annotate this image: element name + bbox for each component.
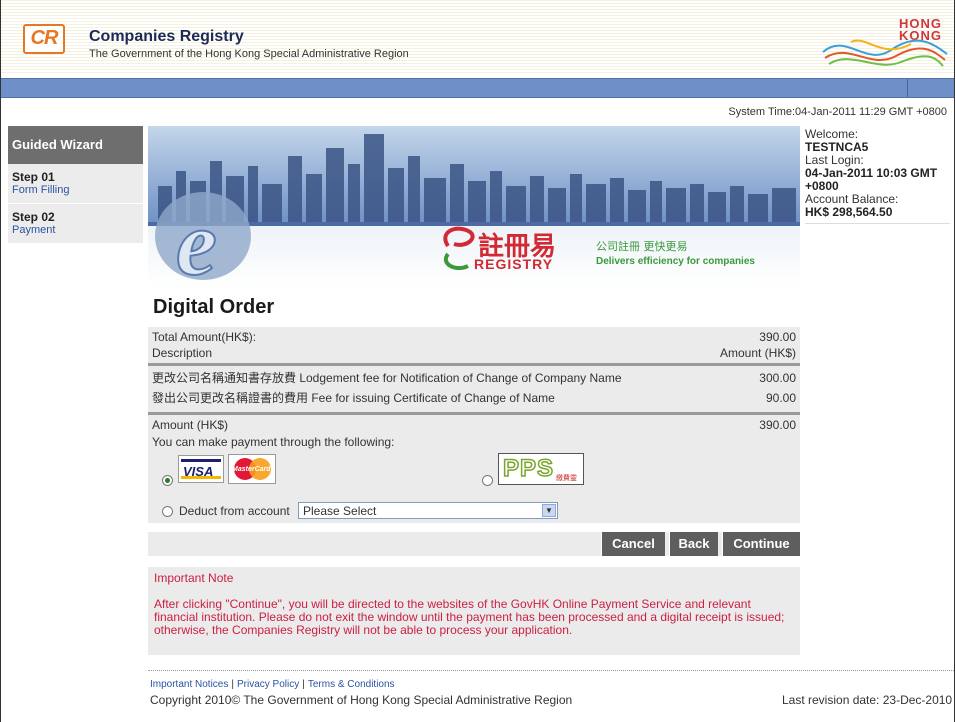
back-button[interactable]: Back: [669, 532, 718, 556]
total-amount-value: 390.00: [759, 330, 796, 344]
amount-header: Amount (HK$): [719, 346, 796, 360]
terms-conditions-link[interactable]: Terms & Conditions: [308, 679, 395, 690]
total-amount-label: Total Amount(HK$):: [152, 330, 257, 344]
continue-button[interactable]: Continue: [722, 532, 800, 556]
total-amount-row: Total Amount(HK$): 390.00: [148, 329, 800, 345]
important-note: Important Note After clicking "Continue"…: [148, 567, 800, 655]
step-label: Form Filling: [12, 184, 70, 196]
banner-tagline-cn: 公司註冊 更快更易: [596, 240, 688, 253]
last-login-value: 04-Jan-2011 10:03 GMT +0800: [805, 166, 938, 193]
banner-tagline-en: Delivers efficiency for companies: [596, 256, 755, 267]
nav-bar: [1, 78, 954, 98]
table-row: 更改公司名稱通知書存放費 Lodgement fee for Notificat…: [148, 368, 800, 388]
amount-value: 390.00: [759, 418, 796, 432]
deduct-account-radio[interactable]: [162, 506, 173, 517]
wizard-heading: Guided Wizard: [8, 126, 143, 164]
site-title: Companies Registry: [89, 28, 244, 45]
amount-row: Amount (HK$) 390.00: [148, 417, 800, 433]
pps-radio[interactable]: [482, 475, 493, 486]
deduct-label: Deduct from account: [179, 504, 290, 518]
wizard-step-payment[interactable]: Step 02 Payment: [8, 204, 143, 244]
visa-icon: VISA: [178, 455, 224, 483]
chevron-down-icon: ▼: [542, 504, 556, 517]
step-label: Payment: [12, 224, 56, 236]
divider: [148, 412, 800, 415]
order-summary: Total Amount(HK$): 390.00 Description Am…: [148, 327, 800, 523]
table-header-row: Description Amount (HK$): [148, 345, 800, 361]
cancel-button[interactable]: Cancel: [601, 532, 665, 556]
footer-links: Important Notices | Privacy Policy | Terms &…: [150, 679, 395, 690]
cr-logo: CR: [23, 24, 65, 54]
page-title: Digital Order: [153, 296, 275, 318]
description-header: Description: [152, 346, 213, 360]
guided-wizard: Guided Wizard Step 01 Form Filling Step …: [8, 126, 143, 244]
step-number: Step 02: [12, 210, 55, 224]
mastercard-icon: MasterCard: [228, 454, 276, 484]
select-value: Please Select: [303, 504, 377, 518]
account-balance: HK$ 298,564.50: [805, 205, 893, 219]
item-description: 更改公司名稱通知書存放費 Lodgement fee for Notificat…: [152, 371, 622, 385]
step-number: Step 01: [12, 170, 55, 184]
item-amount: 90.00: [765, 391, 796, 405]
svg-text:e: e: [176, 192, 217, 289]
footer-divider: [148, 670, 954, 671]
table-row: 發出公司更改名稱證書的費用 Fee for issuing Certificat…: [148, 388, 800, 408]
deduct-option: Deduct from account Please Select ▼: [148, 501, 800, 523]
banner-english-title: REGISTRY: [474, 256, 554, 272]
system-time: System Time:04-Jan-2011 11:29 GMT +0800: [728, 106, 947, 118]
item-amount: 300.00: [759, 371, 796, 385]
divider: [148, 363, 800, 366]
note-heading: Important Note: [154, 571, 234, 585]
pps-icon: PPS 繳費靈: [498, 453, 584, 485]
privacy-policy-link[interactable]: Privacy Policy: [237, 679, 299, 690]
wizard-step-form-filling[interactable]: Step 01 Form Filling: [8, 164, 143, 204]
e-registry-banner: e 註冊易 REGISTRY 公司註冊 更快更易 Delivers effici…: [148, 126, 800, 289]
action-bar: Cancel Back Continue: [148, 532, 800, 556]
item-description: 發出公司更改名稱證書的費用 Fee for issuing Certificat…: [152, 391, 555, 405]
note-body: After clicking "Continue", you will be d…: [154, 597, 785, 637]
payment-intro: You can make payment through the followi…: [152, 435, 395, 449]
hong-kong-brand-logo: HONG KONG: [822, 16, 948, 67]
important-notices-link[interactable]: Important Notices: [150, 679, 228, 690]
credit-card-radio[interactable]: [162, 475, 173, 486]
copyright: Copyright 2010© The Government of Hong K…: [150, 693, 573, 707]
last-revision-date: Last revision date: 23-Dec-2010: [782, 693, 953, 707]
site-subtitle: The Government of the Hong Kong Special …: [89, 48, 409, 60]
amount-label: Amount (HK$): [152, 418, 229, 432]
user-info-panel: Welcome: TESTNCA5 Last Login: 04-Jan-201…: [805, 128, 950, 224]
payment-options: VISA MasterCard PPS 繳費靈: [148, 451, 800, 501]
site-header: CR Companies Registry The Government of …: [1, 0, 954, 75]
account-select[interactable]: Please Select ▼: [298, 502, 558, 519]
